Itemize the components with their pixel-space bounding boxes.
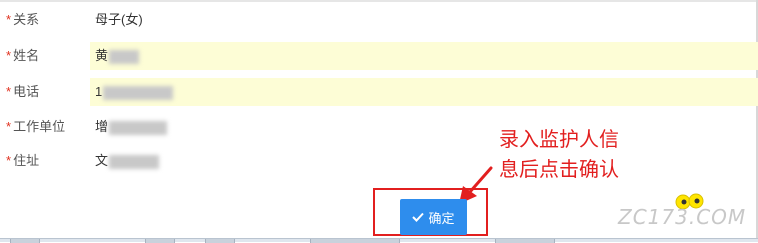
- taskbar: [0, 238, 758, 243]
- watermark-text: ZC173.COM: [618, 205, 747, 229]
- taskbar-item[interactable]: [495, 239, 555, 243]
- taskbar-item[interactable]: [10, 239, 40, 243]
- taskbar-item[interactable]: [310, 239, 400, 243]
- taskbar-item[interactable]: [205, 239, 235, 243]
- check-icon: [412, 211, 425, 224]
- confirm-button[interactable]: 确定: [400, 199, 467, 235]
- taskbar-item[interactable]: [145, 239, 175, 243]
- confirm-button-label: 确定: [428, 210, 455, 226]
